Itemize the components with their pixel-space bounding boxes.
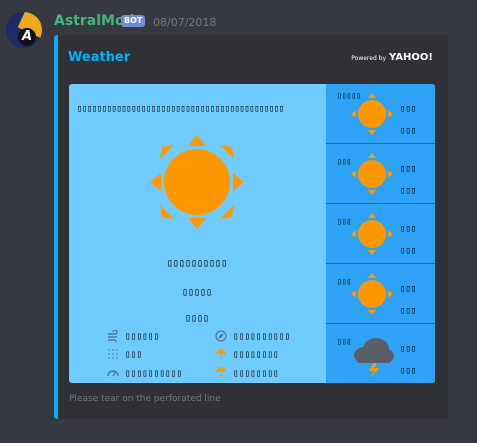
sun-icon xyxy=(351,93,393,135)
wind-icon xyxy=(108,330,118,342)
compass-icon xyxy=(215,330,227,342)
forecast-row: ▯▯▯ ▯▯▯ ▯▯▯ xyxy=(326,324,435,383)
humidity-value: ▯▯▯ xyxy=(125,348,143,360)
forecast-low: ▯▯▯ xyxy=(400,366,417,376)
weather-headline: ▯▯▯▯▯▯▯▯▯▯▯▯▯▯▯▯▯▯▯▯▯▯▯▯▯▯▯▯▯▯▯▯▯▯▯▯▯▯▯▯… xyxy=(77,104,284,114)
sunset-icon xyxy=(216,367,226,378)
embed-accent-bar xyxy=(54,35,58,419)
weather-card[interactable]: ▯▯▯▯▯▯▯▯▯▯▯▯▯▯▯▯▯▯▯▯▯▯▯▯▯▯▯▯▯▯▯▯▯▯▯▯▯▯▯▯… xyxy=(69,84,435,383)
stat-humidity: ▯▯▯ xyxy=(107,348,142,360)
forecast-day: ▯▯▯ xyxy=(337,157,352,166)
sun-icon xyxy=(351,213,393,255)
sun-icon xyxy=(351,153,393,195)
forecast-row: ▯▯▯ ▯▯▯ ▯▯▯ xyxy=(326,204,435,264)
forecast-column: ▯▯▯▯▯ ▯▯▯ ▯▯▯ ▯▯▯ ▯▯▯ ▯▯▯ ▯▯▯ ▯▯▯ ▯▯▯ ▯▯… xyxy=(326,84,435,383)
weather-temperature: ▯▯▯▯▯▯▯▯▯▯ xyxy=(166,258,228,269)
sun-icon xyxy=(150,135,244,229)
bot-avatar[interactable]: A xyxy=(6,12,42,48)
powered-by: Powered by YAHOO! xyxy=(351,52,433,63)
avatar-letter: A xyxy=(18,28,36,46)
weather-location: ▯▯▯▯ xyxy=(184,313,210,324)
forecast-high: ▯▯▯ xyxy=(400,224,417,234)
sunset-value: ▯▯▯▯▯▯▯▯ xyxy=(233,367,279,379)
forecast-row: ▯▯▯ ▯▯▯ ▯▯▯ xyxy=(326,144,435,204)
forecast-day: ▯▯▯▯▯ xyxy=(337,91,362,100)
stat-direction: ▯▯▯▯▯▯▯▯▯▯ xyxy=(215,330,290,342)
forecast-day: ▯▯▯ xyxy=(337,217,352,226)
forecast-day: ▯▯▯ xyxy=(337,337,352,346)
bot-tag: BOT xyxy=(121,15,146,27)
humidity-icon xyxy=(108,349,118,359)
forecast-row: ▯▯▯ ▯▯▯ ▯▯▯ xyxy=(326,264,435,324)
stat-pressure: ▯▯▯▯▯▯▯▯▯▯ xyxy=(107,367,182,379)
embed-footer: Please tear on the perforated line xyxy=(69,394,221,404)
message-timestamp: 08/07/2018 xyxy=(153,16,217,29)
current-weather-panel: ▯▯▯▯▯▯▯▯▯▯▯▯▯▯▯▯▯▯▯▯▯▯▯▯▯▯▯▯▯▯▯▯▯▯▯▯▯▯▯▯… xyxy=(69,84,325,383)
forecast-low: ▯▯▯ xyxy=(400,126,417,136)
sun-icon xyxy=(351,273,393,315)
stat-sunset: ▯▯▯▯▯▯▯▯ xyxy=(215,367,279,379)
direction-value: ▯▯▯▯▯▯▯▯▯▯ xyxy=(233,330,291,342)
forecast-low: ▯▯▯ xyxy=(400,246,417,256)
yahoo-logo: YAHOO! xyxy=(389,52,433,63)
forecast-low: ▯▯▯ xyxy=(400,306,417,316)
pressure-gauge-icon xyxy=(107,370,119,377)
stat-sunrise: ▯▯▯▯▯▯▯▯ xyxy=(215,348,279,360)
weather-condition: ▯▯▯▯▯ xyxy=(181,287,213,298)
forecast-high: ▯▯▯ xyxy=(400,164,417,174)
forecast-low: ▯▯▯ xyxy=(400,186,417,196)
powered-by-text: Powered by xyxy=(351,55,387,62)
sunrise-value: ▯▯▯▯▯▯▯▯ xyxy=(233,348,279,360)
pressure-value: ▯▯▯▯▯▯▯▯▯▯ xyxy=(125,367,183,379)
sunrise-icon xyxy=(216,349,226,359)
forecast-high: ▯▯▯ xyxy=(400,104,417,114)
forecast-day: ▯▯▯ xyxy=(337,277,352,286)
forecast-row: ▯▯▯▯▯ ▯▯▯ ▯▯▯ xyxy=(326,84,435,144)
forecast-high: ▯▯▯ xyxy=(400,284,417,294)
forecast-high: ▯▯▯ xyxy=(400,344,417,354)
stat-wind: ▯▯▯▯▯▯ xyxy=(107,330,159,342)
wind-value: ▯▯▯▯▯▯ xyxy=(125,330,160,342)
embed-title: Weather xyxy=(68,50,131,65)
thunderstorm-icon xyxy=(354,338,394,378)
